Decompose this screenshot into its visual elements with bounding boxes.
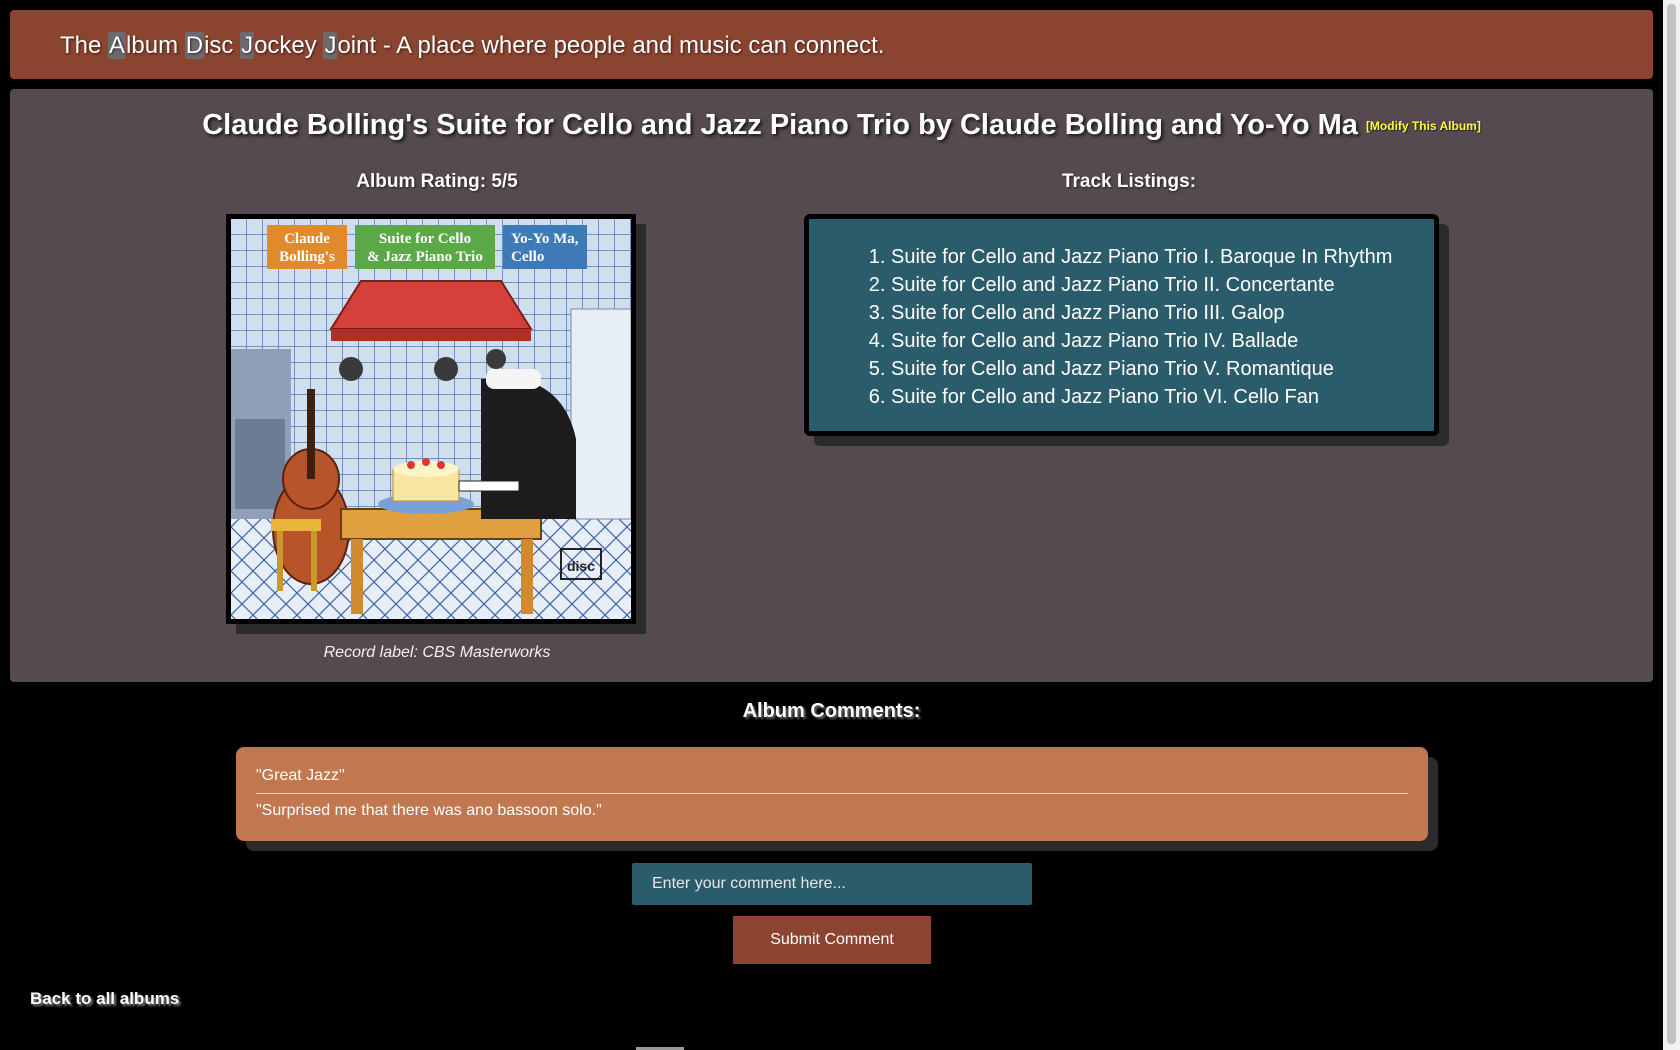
track-item: Suite for Cello and Jazz Piano Trio V. R…	[891, 355, 1434, 383]
svg-text:Claude: Claude	[284, 231, 330, 247]
tagline-initial: A	[108, 32, 127, 59]
comment-input[interactable]	[632, 863, 1032, 905]
track-list: Suite for Cello and Jazz Piano Trio I. B…	[809, 219, 1434, 411]
svg-text:Yo-Yo Ma,: Yo-Yo Ma,	[511, 231, 579, 247]
track-listings-heading: Track Listings:	[1061, 171, 1197, 192]
comment-item: "Surprised me that there was ano bassoon…	[256, 793, 1408, 828]
vertical-scrollbar[interactable]	[1663, 0, 1680, 1050]
svg-text:Suite for Cello: Suite for Cello	[379, 231, 471, 247]
tagline-part: lbum	[126, 32, 185, 59]
modify-album-link[interactable]: [Modify This Album]	[1366, 119, 1481, 133]
track-item: Suite for Cello and Jazz Piano Trio I. B…	[891, 243, 1434, 271]
album-title-heading: Claude Bolling's Suite for Cello and Jaz…	[10, 109, 1673, 142]
comments-list: "Great Jazz" "Surprised me that there wa…	[236, 747, 1428, 841]
track-item: Suite for Cello and Jazz Piano Trio II. …	[891, 271, 1434, 299]
track-item: Suite for Cello and Jazz Piano Trio III.…	[891, 299, 1434, 327]
record-label-text: Record label: CBS Masterworks	[323, 644, 551, 661]
tagline-initial: J	[240, 32, 255, 59]
track-item: Suite for Cello and Jazz Piano Trio VI. …	[891, 383, 1434, 411]
album-cover-frame: Claude Bolling's Suite for Cello & Jazz …	[226, 214, 636, 624]
album-comments-heading: Album Comments:	[742, 700, 921, 722]
svg-text:Bolling's: Bolling's	[279, 249, 335, 265]
svg-text:& Jazz Piano Trio: & Jazz Piano Trio	[367, 249, 483, 265]
tagline-initial: J	[323, 32, 338, 59]
album-rating: Album Rating: 5/5	[356, 171, 518, 192]
svg-text:Cello: Cello	[511, 249, 544, 265]
scrollbar-thumb[interactable]	[1667, 4, 1676, 1044]
track-list-box: Suite for Cello and Jazz Piano Trio I. B…	[804, 214, 1439, 436]
site-header: The Album Disc Jockey Joint - A place wh…	[10, 10, 1653, 79]
tagline-part: ockey	[254, 32, 324, 59]
track-item: Suite for Cello and Jazz Piano Trio IV. …	[891, 327, 1434, 355]
comment-item: "Great Jazz"	[256, 767, 345, 784]
tagline-part: oint - A place where people and music ca…	[337, 32, 885, 59]
svg-text:disc: disc	[567, 558, 595, 574]
submit-comment-button[interactable]: Submit Comment	[733, 916, 931, 964]
album-cover-image: Claude Bolling's Suite for Cello & Jazz …	[231, 219, 631, 619]
album-details-panel: Claude Bolling's Suite for Cello and Jaz…	[10, 89, 1653, 682]
tagline-part: The	[60, 32, 109, 59]
back-to-all-albums-link[interactable]: Back to all albums	[30, 989, 179, 1009]
tagline-part: isc	[204, 32, 241, 59]
album-title: Claude Bolling's Suite for Cello and Jaz…	[202, 109, 1358, 141]
site-tagline: The Album Disc Jockey Joint - A place wh…	[60, 32, 884, 60]
tagline-initial: D	[184, 32, 205, 59]
